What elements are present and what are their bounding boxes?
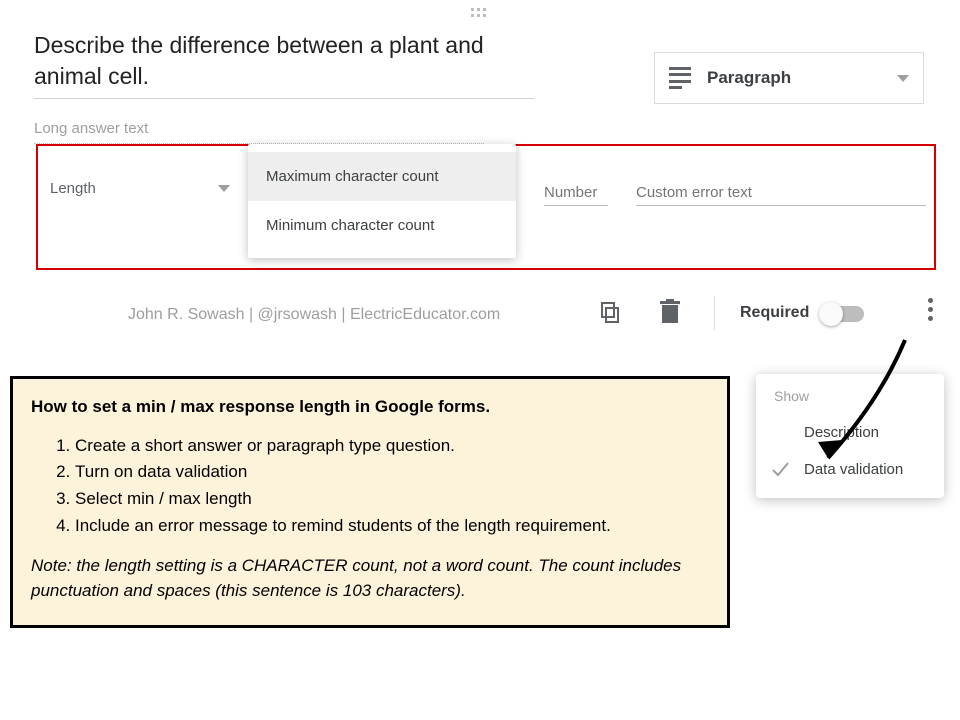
more-options-popover: Show Description Data validation xyxy=(756,374,944,498)
copy-icon xyxy=(598,300,622,324)
popover-heading: Show xyxy=(756,388,944,414)
instruction-step: Create a short answer or paragraph type … xyxy=(75,434,709,459)
required-label: Required xyxy=(740,304,809,322)
popover-item-data-validation[interactable]: Data validation xyxy=(756,451,944,488)
question-title[interactable]: Describe the difference between a plant … xyxy=(34,30,534,99)
paragraph-icon xyxy=(669,67,691,89)
popover-item-label: Description xyxy=(804,424,879,441)
duplicate-button[interactable] xyxy=(596,298,624,326)
trash-icon xyxy=(659,299,681,325)
question-type-label: Paragraph xyxy=(707,68,897,88)
chevron-down-icon xyxy=(218,185,230,192)
long-answer-placeholder: Long answer text xyxy=(34,120,484,144)
validation-type-label: Length xyxy=(50,180,96,197)
instruction-title: How to set a min / max response length i… xyxy=(31,395,709,420)
instruction-step: Include an error message to remind stude… xyxy=(75,514,709,539)
instruction-step: Turn on data validation xyxy=(75,460,709,485)
chevron-down-icon xyxy=(897,75,909,82)
popover-item-description[interactable]: Description xyxy=(756,414,944,451)
dropdown-option-max[interactable]: Maximum character count xyxy=(248,152,516,201)
attribution-text: John R. Sowash | @jrsowash | ElectricEdu… xyxy=(128,306,500,324)
instruction-list: Create a short answer or paragraph type … xyxy=(31,434,709,539)
validation-type-select[interactable]: Length xyxy=(50,180,230,197)
instruction-step: Select min / max length xyxy=(75,487,709,512)
divider xyxy=(714,296,715,330)
instruction-note: Note: the length setting is a CHARACTER … xyxy=(31,554,709,603)
drag-handle-icon[interactable] xyxy=(471,8,489,20)
validation-error-input[interactable] xyxy=(636,180,926,206)
validation-length-dropdown: Maximum character count Minimum characte… xyxy=(248,144,516,258)
more-options-button[interactable] xyxy=(922,298,938,321)
delete-button[interactable] xyxy=(656,298,684,326)
validation-number-input[interactable] xyxy=(544,180,608,206)
question-type-select[interactable]: Paragraph xyxy=(654,52,924,104)
popover-item-label: Data validation xyxy=(804,461,903,478)
required-toggle[interactable] xyxy=(822,306,864,322)
check-icon xyxy=(770,459,790,479)
dropdown-option-min[interactable]: Minimum character count xyxy=(248,201,516,250)
instruction-callout: How to set a min / max response length i… xyxy=(10,376,730,628)
